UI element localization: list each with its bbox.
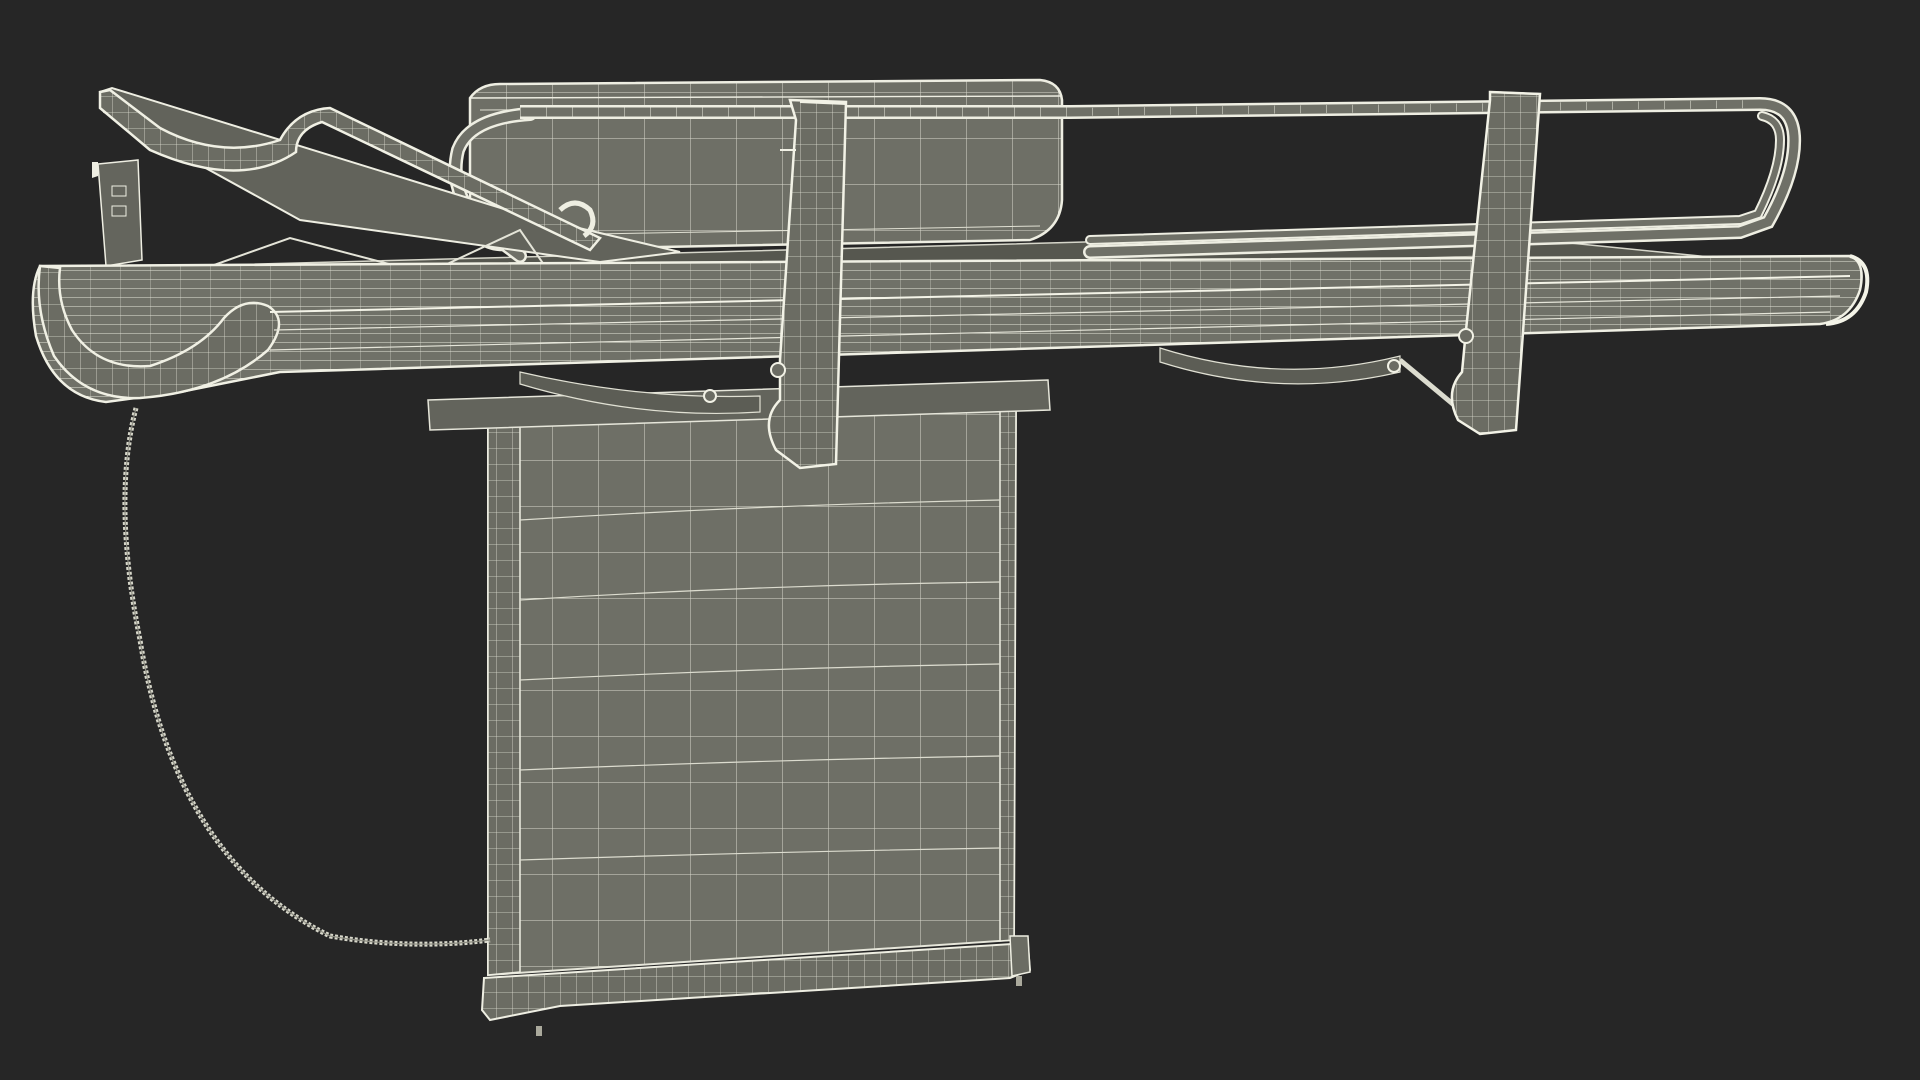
wall-bracket: [92, 159, 143, 267]
pedestal-column: [427, 379, 1051, 977]
wireframe-model: [31, 78, 1870, 1036]
viewport: [0, 0, 1920, 1080]
tray-front-rail: [31, 254, 1870, 404]
shower-hose: [122, 407, 491, 947]
grab-rail: [1063, 96, 1802, 259]
